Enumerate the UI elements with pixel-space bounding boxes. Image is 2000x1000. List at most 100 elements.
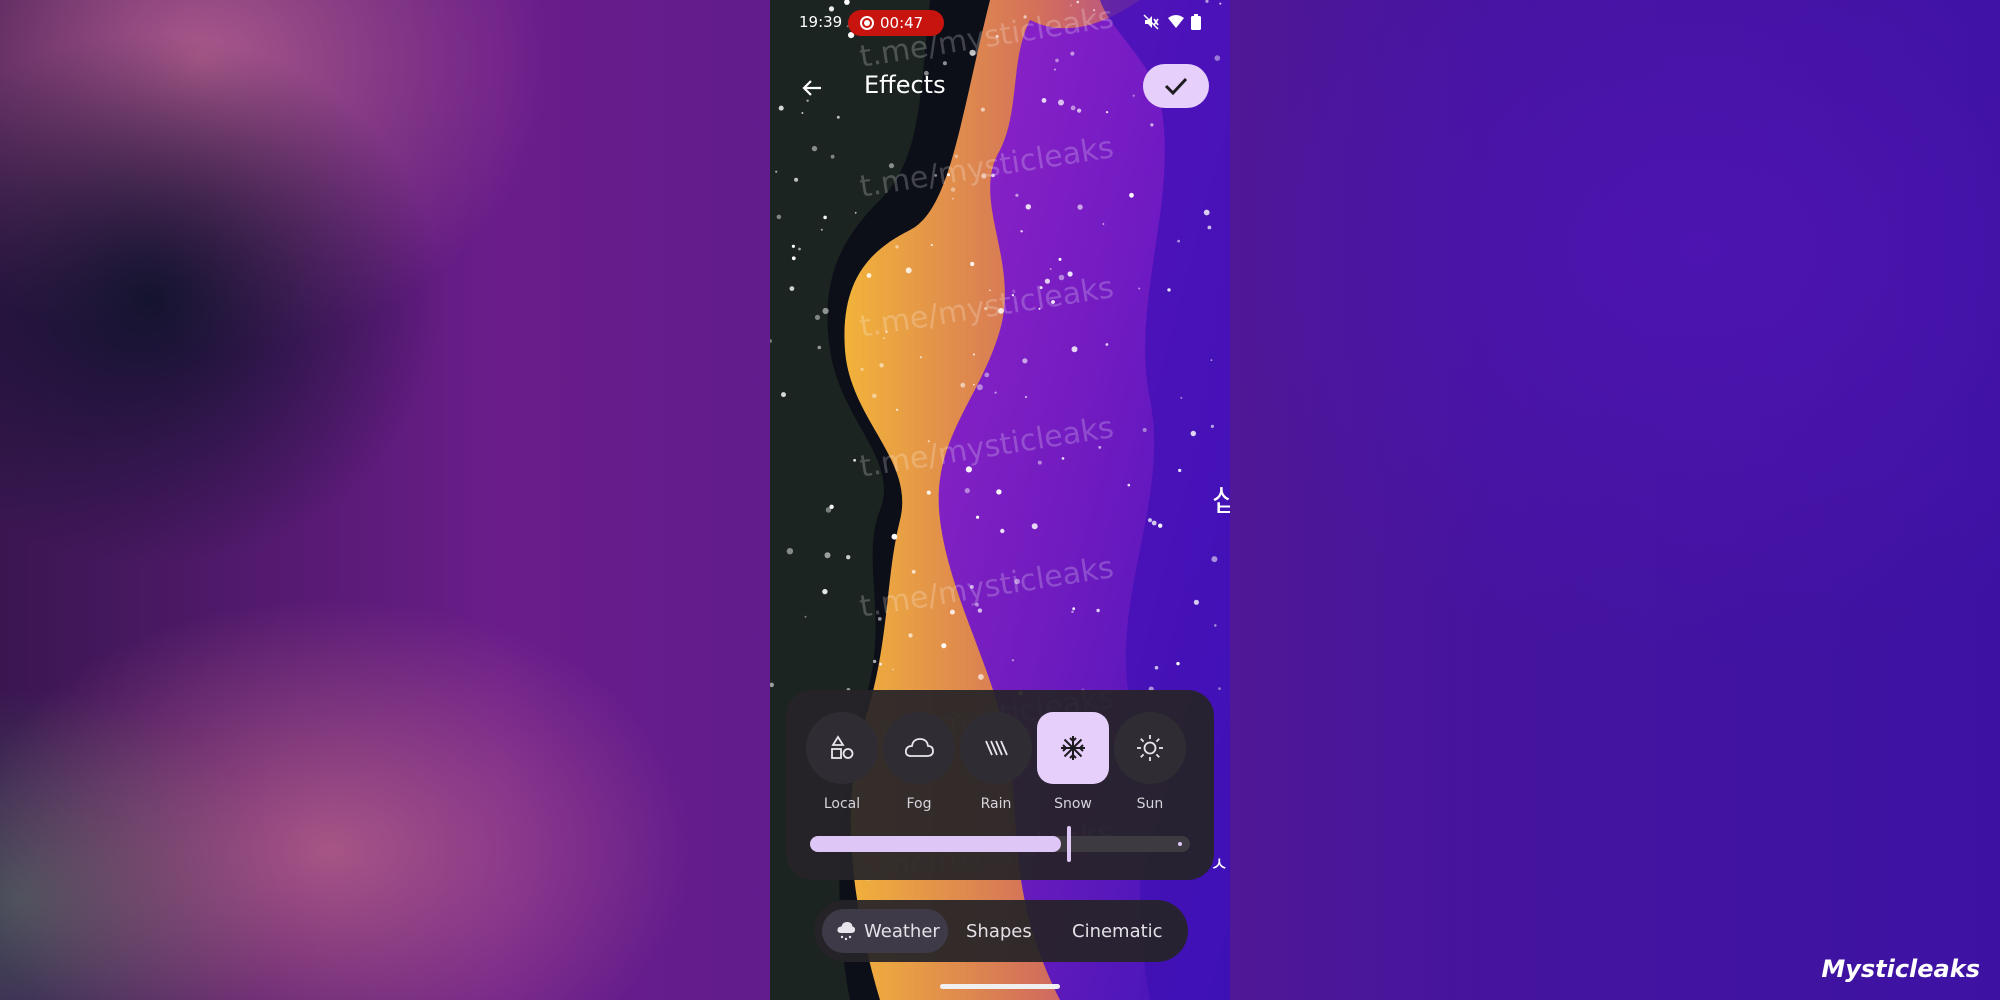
screenshot-frame: t.me/mysticleaks t.me/mysticleaks t.me/m… bbox=[0, 0, 2000, 1000]
home-indicator[interactable] bbox=[940, 984, 1060, 989]
snow-particle bbox=[778, 105, 784, 111]
phone-screen: t.me/mysticleaks t.me/mysticleaks t.me/m… bbox=[770, 0, 1230, 1000]
snow-particle bbox=[1176, 661, 1180, 666]
tab-shapes[interactable]: Shapes bbox=[966, 909, 1046, 953]
snow-particle bbox=[1177, 239, 1180, 243]
snow-particle bbox=[775, 170, 778, 173]
snow-particle bbox=[930, 244, 933, 246]
slider-fill bbox=[810, 836, 1061, 852]
effect-sun-circle bbox=[1114, 712, 1186, 784]
effect-snow-button[interactable]: Snow bbox=[1037, 712, 1109, 812]
snow-particle bbox=[976, 515, 980, 519]
confirm-button[interactable] bbox=[1143, 64, 1209, 108]
snow-particle bbox=[1041, 98, 1047, 103]
snow-particle bbox=[895, 245, 899, 249]
snow-particle bbox=[911, 569, 916, 574]
snow-particle bbox=[1193, 599, 1199, 605]
snow-particle bbox=[854, 211, 857, 214]
slider-handle[interactable] bbox=[1067, 826, 1071, 862]
effect-category-tabs: Weather Shapes Cinematic bbox=[814, 900, 1188, 962]
mute-icon bbox=[1143, 14, 1159, 30]
tab-label: Cinematic bbox=[1072, 920, 1163, 942]
snow-particle bbox=[1098, 446, 1102, 449]
snow-particle bbox=[1058, 99, 1064, 106]
snow-particle bbox=[1203, 209, 1210, 216]
snow-particle bbox=[1070, 51, 1075, 56]
snow-particle bbox=[973, 383, 975, 386]
intensity-slider[interactable] bbox=[810, 826, 1190, 862]
slider-end-dot bbox=[1178, 842, 1182, 846]
snow-particle bbox=[824, 552, 831, 559]
snow-particle bbox=[1180, 396, 1183, 399]
snow-particle bbox=[991, 173, 995, 178]
brand-watermark: Mysticleaks bbox=[1821, 955, 1980, 983]
snow-particle bbox=[1025, 204, 1031, 210]
snow-particle bbox=[942, 61, 947, 66]
rain-icon bbox=[985, 740, 1008, 756]
snow-particle bbox=[883, 337, 886, 340]
tab-label: Weather bbox=[864, 920, 940, 942]
shapes-icon bbox=[831, 735, 854, 759]
snow-particle bbox=[830, 154, 835, 159]
snow-particle bbox=[1106, 111, 1109, 114]
snow-particle bbox=[1178, 468, 1182, 473]
snow-particle bbox=[798, 247, 801, 251]
cloud-icon bbox=[904, 738, 934, 757]
snow-particle bbox=[1044, 278, 1050, 284]
snow-particle bbox=[1071, 346, 1078, 353]
snow-particle bbox=[1207, 225, 1212, 230]
snow-particle bbox=[978, 674, 984, 680]
snow-particle bbox=[1072, 607, 1076, 611]
snow-particle bbox=[1011, 294, 1014, 297]
snow-particle bbox=[1214, 55, 1221, 61]
snow-particle bbox=[998, 307, 1004, 314]
snow-particle bbox=[1154, 665, 1159, 670]
snow-particle bbox=[820, 228, 823, 231]
snow-particle bbox=[1058, 274, 1065, 281]
snow-particle bbox=[905, 267, 912, 274]
snow-particle bbox=[1015, 193, 1019, 197]
snow-particle bbox=[1055, 58, 1059, 63]
arrow-back-icon bbox=[802, 80, 821, 96]
recording-icon bbox=[860, 16, 874, 30]
snow-particle bbox=[1219, 2, 1222, 5]
snow-particle bbox=[1210, 424, 1214, 428]
snow-particle bbox=[1076, 0, 1080, 4]
snow-particle bbox=[1102, 223, 1105, 225]
snow-particle bbox=[1000, 528, 1005, 534]
snow-particle bbox=[1210, 359, 1213, 361]
snow-particle bbox=[960, 382, 966, 388]
snow-particle bbox=[846, 555, 851, 560]
status-clock: 19:39 bbox=[799, 13, 843, 31]
snow-particle bbox=[934, 174, 938, 177]
snow-particle bbox=[776, 214, 782, 220]
snow-particle bbox=[919, 356, 922, 359]
snow-particle bbox=[1058, 257, 1062, 261]
snow-particle bbox=[1031, 523, 1038, 530]
snow-particle bbox=[1105, 343, 1109, 346]
tab-weather[interactable]: Weather bbox=[822, 909, 948, 953]
snow-particle bbox=[926, 490, 931, 495]
snow-particle bbox=[885, 330, 888, 333]
snow-particle bbox=[981, 173, 987, 179]
snow-particle bbox=[823, 215, 827, 220]
effect-fog-button[interactable]: Fog bbox=[883, 712, 955, 812]
effect-rain-button[interactable]: Rain bbox=[960, 712, 1032, 812]
back-button[interactable] bbox=[792, 68, 832, 108]
screen-recording-chip[interactable]: 00:47 bbox=[848, 10, 944, 36]
snow-particle bbox=[1190, 430, 1196, 437]
snow-particle bbox=[879, 662, 882, 666]
snow-particle bbox=[972, 353, 975, 356]
effect-sun-button[interactable]: Sun bbox=[1114, 712, 1186, 812]
snow-particle bbox=[879, 363, 884, 368]
snow-particle bbox=[1147, 518, 1153, 523]
check-icon bbox=[1164, 77, 1188, 96]
snow-particle bbox=[976, 384, 983, 391]
snow-particle bbox=[877, 617, 882, 621]
tab-cinematic[interactable]: Cinematic bbox=[1072, 909, 1172, 953]
snow-particle bbox=[989, 289, 991, 292]
snow-particle bbox=[789, 286, 795, 291]
effect-snow-circle bbox=[1037, 712, 1109, 784]
weather-icon bbox=[837, 922, 856, 941]
effect-local-button[interactable]: Local bbox=[806, 712, 878, 812]
